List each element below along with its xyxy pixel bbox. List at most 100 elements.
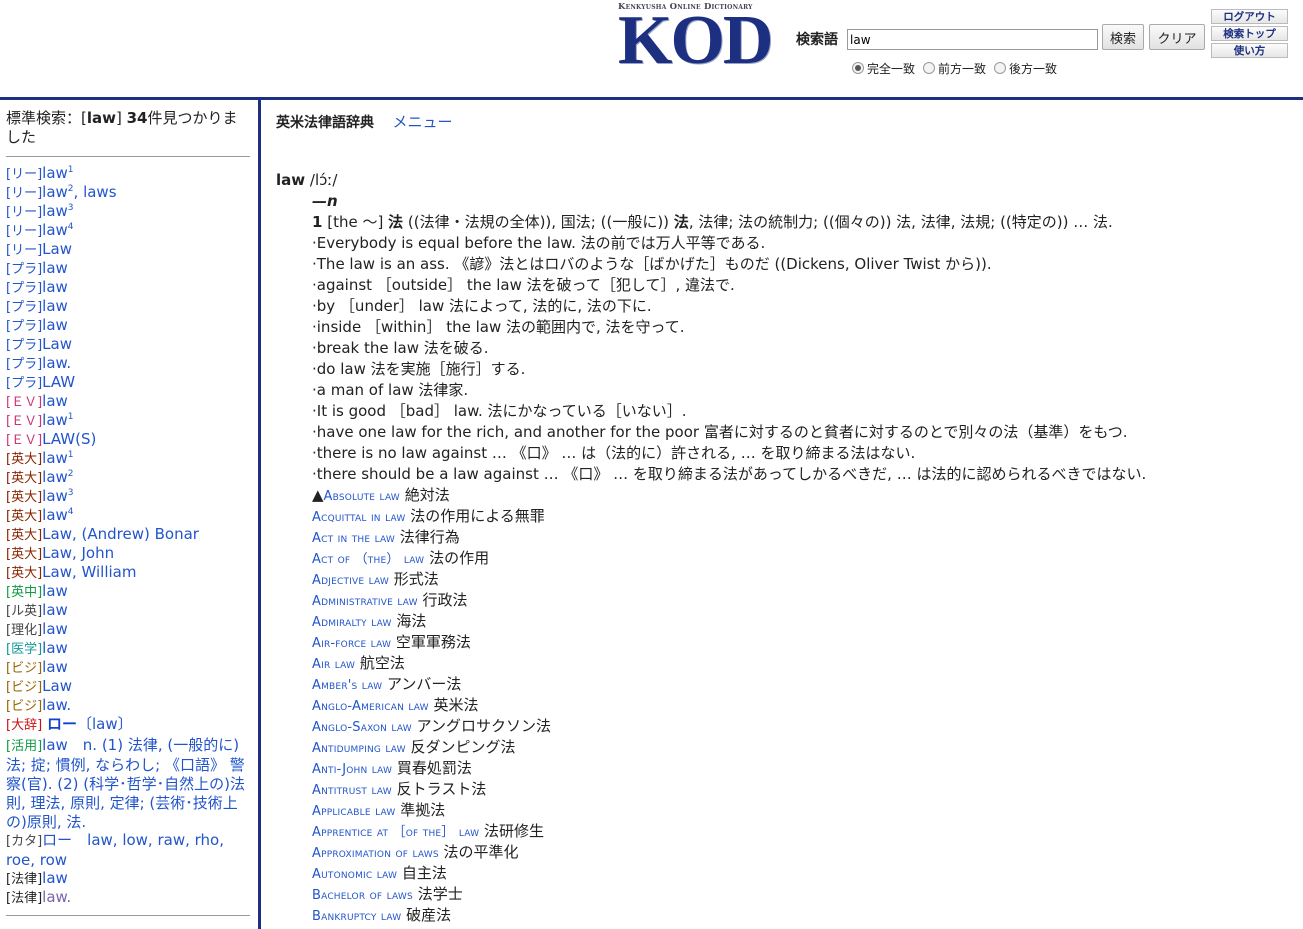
result-item[interactable]: [ビジ]law [6,658,256,677]
result-item[interactable]: [ル英]law [6,601,256,620]
compound-link[interactable]: Air-force law [312,636,391,651]
result-item-daijirin[interactable]: [大辞] ロー〔law〕 [6,715,256,734]
result-item[interactable]: [ビジ]law. [6,696,256,715]
search-button[interactable]: 検索 [1102,24,1144,50]
dictionary-name: 英米法律語辞典 [276,115,374,131]
compound-entry: ▲Absolute law 絶対法 [312,486,450,504]
result-item[interactable]: [リー]law3 [6,202,256,221]
compound-link[interactable]: Apprentice at ［of the］ law [312,825,479,840]
dictionary-header: 英米法律語辞典 メニュー [276,111,452,132]
compound-link[interactable]: Anglo-American law [312,699,429,714]
search-label: 検索語 [796,32,838,48]
result-item[interactable]: [英大]Law, William [6,563,256,582]
clear-button[interactable]: クリア [1149,24,1205,50]
compound-link[interactable]: Air law [312,657,355,672]
compound-entry: Act of （the） law 法の作用 [312,549,490,567]
match-mode-radio[interactable]: 完全一致 [852,60,915,77]
compound-entry: Air law 航空法 [312,654,405,672]
result-item[interactable]: [医学]law [6,639,256,658]
match-mode-radio[interactable]: 後方一致 [994,60,1057,77]
result-item[interactable]: [リー]Law [6,240,256,259]
result-item[interactable]: [英大]law4 [6,506,256,525]
search-input[interactable] [847,29,1098,50]
dictionary-entry: law /lɔ́ː/ —n 1 [the 〜] 法 ((法律・法規の全体)), … [276,170,1296,926]
example-line: ·against ［outside］ the law 法を破って［犯して］, 違… [312,276,735,294]
compound-entry: Anglo-Saxon law アングロサクソン法 [312,717,551,735]
result-item-houritsu[interactable]: [法律]law [6,869,68,889]
result-item[interactable]: [プラ]law [6,297,256,316]
compound-entry: Bankruptcy law 破産法 [312,906,452,924]
search-top-button[interactable]: 検索トップ [1211,26,1288,41]
help-button[interactable]: 使い方 [1211,43,1288,58]
result-item[interactable]: [プラ]law [6,259,256,278]
compound-link[interactable]: Anglo-Saxon law [312,720,412,735]
result-item[interactable]: [プラ]law [6,316,256,335]
result-item[interactable]: [英大]Law, John [6,544,256,563]
result-item[interactable]: [英大]law1 [6,449,256,468]
headword: law [276,171,306,189]
result-item[interactable]: [ビジ]Law [6,677,256,696]
compound-entry: Anti-John law 買春処罰法 [312,759,472,777]
result-item[interactable]: [英中]law [6,582,256,601]
result-item[interactable]: [英大]Law, (Andrew) Bonar [6,525,256,544]
radio-empty-icon [994,62,1007,74]
compound-link[interactable]: Autonomic law [312,867,397,882]
result-item[interactable]: [ＥＶ]LAW(S) [6,430,256,449]
result-item[interactable]: [プラ]law [6,278,256,297]
example-line: ·by ［under］ law 法によって, 法的に, 法の下に. [312,297,652,315]
menu-link[interactable]: メニュー [392,113,452,131]
compound-link[interactable]: Acquittal in law [312,510,405,525]
results-sidebar: 標準検索：[law] 34件見つかりました [リー]law1 [リー]law2, … [0,100,258,929]
example-line: ·do law 法を実施［施行］する. [312,360,526,378]
example-line: ·Everybody is equal before the law. 法の前で… [312,234,766,252]
part-of-speech: —n [312,192,338,210]
example-line: ·inside ［within］ the law 法の範囲内で, 法を守って. [312,318,685,336]
result-item[interactable]: [ＥＶ]law1 [6,411,256,430]
compound-link[interactable]: Bankruptcy law [312,909,401,924]
compound-link[interactable]: Bachelor of laws [312,888,413,903]
result-item[interactable]: [英大]law2 [6,468,256,487]
results-list: [リー]law1 [リー]law2, laws [リー]law3 [リー]law4 [リ… [6,164,256,734]
result-item-katsuyou[interactable]: [活用]law n. (1) 法律, (一般的に)法; 掟; 慣例, ならわし;… [6,736,252,832]
sense-1: 1 [the 〜] 法 ((法律・法規の全体)), 国法; ((一般に)) 法,… [312,213,1113,231]
logo-title: KOD [618,2,773,79]
result-item[interactable]: [ＥＶ]law [6,392,256,411]
compound-link[interactable]: Amber's law [312,678,382,693]
compound-entry: Administrative law 行政法 [312,591,468,609]
compound-link[interactable]: Antitrust law [312,783,392,798]
kod-logo[interactable]: Kenkyusha Online Dictionary KOD [618,2,776,79]
result-item-katakana[interactable]: [カタ]ロー law, low, raw, rho, roe, row [6,831,252,870]
result-item[interactable]: [英大]law3 [6,487,256,506]
compound-link[interactable]: Act of （the） law [312,552,424,567]
compound-link[interactable]: Absolute law [324,489,400,504]
result-item[interactable]: [リー]law4 [6,221,256,240]
compound-link[interactable]: Anti-John law [312,762,392,777]
result-item-houritsu[interactable]: [法律]law. [6,888,71,908]
result-item[interactable]: [プラ]law. [6,354,256,373]
result-item[interactable]: [プラ]Law [6,335,256,354]
result-item[interactable]: [理化]law [6,620,256,639]
compound-link[interactable]: Administrative law [312,594,418,609]
logout-button[interactable]: ログアウト [1211,9,1288,24]
results-summary: 標準検索：[law] 34件見つかりました [6,109,238,146]
match-mode-radio[interactable]: 前方一致 [923,60,986,77]
example-line: ·It is good ［bad］ law. 法にかなっている［いない］. [312,402,687,420]
compound-link[interactable]: Admiralty law [312,615,392,630]
example-line: ·there should be a law against … 《口》 … を… [312,465,1147,483]
compound-entry: Adjective law 形式法 [312,570,439,588]
compound-entry: Acquittal in law 法の作用による無罪 [312,507,545,525]
compound-link[interactable]: Antidumping law [312,741,406,756]
compound-link[interactable]: Approximation of laws [312,846,439,861]
example-line: ·there is no law against … 《口》 … は（法的に）許… [312,444,916,462]
compound-entry: Applicable law 準拠法 [312,801,446,819]
compound-link[interactable]: Act in the law [312,531,395,546]
example-line: ·a man of law 法律家. [312,381,469,399]
radio-empty-icon [923,62,936,74]
result-item[interactable]: [プラ]LAW [6,373,256,392]
compound-link[interactable]: Applicable law [312,804,395,819]
result-item[interactable]: [リー]law2, laws [6,183,256,202]
example-line: ·The law is an ass. 《諺》法とはロバのような［ばかげた］もの… [312,255,992,273]
compound-entry: Amber's law アンバー法 [312,675,462,693]
result-item[interactable]: [リー]law1 [6,164,256,183]
compound-link[interactable]: Adjective law [312,573,389,588]
